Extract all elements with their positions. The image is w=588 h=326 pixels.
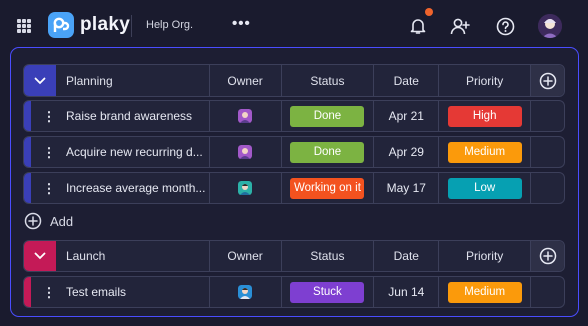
column-header-status[interactable]: Status xyxy=(282,241,375,271)
status-badge: Stuck xyxy=(290,281,365,303)
add-icon xyxy=(24,212,42,230)
status-cell[interactable]: Stuck xyxy=(282,277,375,307)
column-header-priority[interactable]: Priority xyxy=(439,65,532,96)
group-title-cell[interactable]: Planning xyxy=(56,65,210,96)
table-row[interactable]: ⋮ Test emails Stuck Jun 14 Medium xyxy=(23,276,565,308)
group-title: Launch xyxy=(65,249,106,263)
group-color-stripe xyxy=(24,277,31,307)
org-name[interactable]: Help Org. xyxy=(146,19,193,31)
notification-dot xyxy=(425,8,433,16)
plaky-logo-icon xyxy=(48,12,74,38)
group-color-stripe xyxy=(24,137,31,167)
priority-badge: High xyxy=(447,105,522,127)
priority-badge: Low xyxy=(447,177,522,199)
empty-cell xyxy=(531,173,564,203)
owner-label: Owner xyxy=(227,249,263,263)
date-cell[interactable]: May 17 xyxy=(374,173,440,203)
group-title-cell[interactable]: Launch xyxy=(56,241,210,271)
add-column-button[interactable] xyxy=(531,241,564,271)
task-name-cell[interactable]: ⋮ Raise brand awareness xyxy=(31,101,210,131)
owner-avatar xyxy=(238,145,253,159)
owner-label: Owner xyxy=(227,73,263,88)
date-value: Jun 14 xyxy=(388,285,425,299)
owner-cell[interactable] xyxy=(210,101,282,131)
status-cell[interactable]: Done xyxy=(282,137,375,167)
table-row[interactable]: ⋮ Increase average month... Working on i… xyxy=(23,172,565,204)
apps-grid-icon[interactable] xyxy=(17,19,31,33)
priority-cell[interactable]: High xyxy=(439,101,532,131)
group-title: Planning xyxy=(65,73,113,88)
table-row[interactable]: ⋮ Raise brand awareness Done Apr 21 High xyxy=(23,100,565,132)
group-color-stripe xyxy=(24,173,31,203)
column-header-date[interactable]: Date xyxy=(374,65,440,96)
task-name-cell[interactable]: ⋮ Acquire new recurring d... xyxy=(31,137,210,167)
date-value: Apr 21 xyxy=(388,109,424,123)
owner-avatar xyxy=(238,181,253,195)
owner-cell[interactable] xyxy=(210,173,282,203)
date-value: May 17 xyxy=(386,181,426,195)
logo-text: plaky xyxy=(80,14,131,35)
priority-badge: Medium xyxy=(447,281,522,303)
group-header-row: Launch Owner Status Date Priority xyxy=(23,240,565,272)
status-badge: Working on it xyxy=(290,177,365,199)
column-header-priority[interactable]: Priority xyxy=(439,241,532,271)
status-cell[interactable]: Working on it xyxy=(282,173,375,203)
more-options-icon[interactable]: ••• xyxy=(232,15,251,32)
date-cell[interactable]: Apr 29 xyxy=(374,137,440,167)
status-badge: Done xyxy=(290,141,365,163)
owner-cell[interactable] xyxy=(210,137,282,167)
task-name: Increase average month... xyxy=(65,181,206,195)
divider xyxy=(131,15,132,37)
date-cell[interactable]: Jun 14 xyxy=(374,277,440,307)
collapse-group-button[interactable] xyxy=(24,241,56,271)
column-header-date[interactable]: Date xyxy=(374,241,440,271)
priority-label: Priority xyxy=(465,249,504,263)
task-name-cell[interactable]: ⋮ Test emails xyxy=(31,277,210,307)
task-name: Acquire new recurring d... xyxy=(65,145,203,159)
user-avatar[interactable] xyxy=(538,14,562,38)
priority-cell[interactable]: Medium xyxy=(439,277,532,307)
row-menu-icon[interactable]: ⋮ xyxy=(40,110,58,123)
add-user-icon[interactable] xyxy=(449,15,471,37)
date-value: Apr 29 xyxy=(388,145,424,159)
status-label: Status xyxy=(310,73,345,88)
task-name-cell[interactable]: ⋮ Increase average month... xyxy=(31,173,210,203)
bell-icon[interactable] xyxy=(407,15,429,37)
column-header-status[interactable]: Status xyxy=(282,65,375,96)
date-label: Date xyxy=(393,73,419,88)
group-color-stripe xyxy=(24,101,31,131)
column-header-owner[interactable]: Owner xyxy=(210,65,282,96)
task-name: Test emails xyxy=(65,285,127,299)
priority-label: Priority xyxy=(465,73,504,88)
group-header-row: Planning Owner Status Date Priority xyxy=(23,64,565,97)
row-menu-icon[interactable]: ⋮ xyxy=(40,182,58,195)
date-cell[interactable]: Apr 21 xyxy=(374,101,440,131)
row-menu-icon[interactable]: ⋮ xyxy=(40,286,58,299)
add-column-button[interactable] xyxy=(531,65,564,96)
owner-avatar xyxy=(238,285,253,299)
collapse-group-button[interactable] xyxy=(24,65,56,96)
priority-cell[interactable]: Low xyxy=(439,173,532,203)
status-badge: Done xyxy=(290,105,365,127)
owner-avatar xyxy=(238,109,253,123)
add-label: Add xyxy=(50,213,74,229)
priority-badge: Medium xyxy=(447,141,522,163)
top-bar: plaky Help Org. ••• xyxy=(0,0,588,52)
table-row[interactable]: ⋮ Acquire new recurring d... Done Apr 29… xyxy=(23,136,565,168)
empty-cell xyxy=(531,277,564,307)
owner-cell[interactable] xyxy=(210,277,282,307)
status-label: Status xyxy=(310,249,345,263)
help-icon[interactable] xyxy=(494,15,516,37)
add-task-button[interactable]: Add xyxy=(24,212,73,230)
column-header-owner[interactable]: Owner xyxy=(210,241,282,271)
empty-cell xyxy=(531,101,564,131)
priority-cell[interactable]: Medium xyxy=(439,137,532,167)
status-cell[interactable]: Done xyxy=(282,101,375,131)
task-name: Raise brand awareness xyxy=(65,109,193,123)
empty-cell xyxy=(531,137,564,167)
row-menu-icon[interactable]: ⋮ xyxy=(40,146,58,159)
date-label: Date xyxy=(393,249,419,263)
